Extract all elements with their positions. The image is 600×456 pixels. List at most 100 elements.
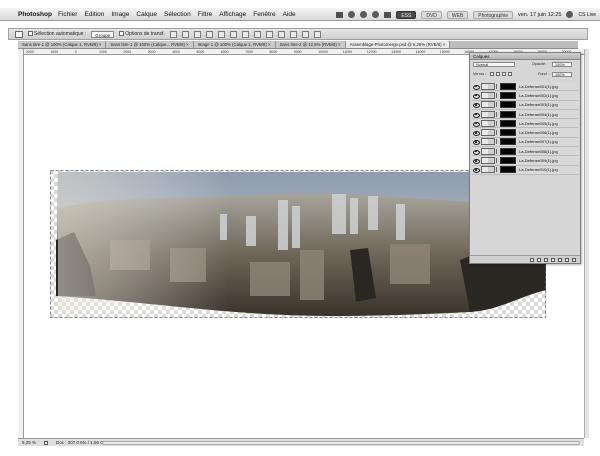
menu-filtre[interactable]: Filtre (198, 11, 212, 18)
status-info-icon[interactable] (44, 440, 49, 445)
layer-mask-thumbnail[interactable] (500, 119, 516, 127)
layer-mask-thumbnail[interactable] (500, 147, 516, 155)
visibility-eye-icon[interactable] (473, 167, 480, 174)
auto-select-checkbox[interactable] (28, 31, 33, 37)
chain-link-icon[interactable] (496, 102, 499, 108)
layer-mask-thumbnail[interactable] (500, 110, 516, 118)
chain-link-icon[interactable] (496, 158, 499, 164)
document-tab[interactable]: Sans titre-1 @ 100% (Calque... RVB/8) × (106, 41, 194, 48)
new-layer-icon[interactable] (565, 257, 569, 262)
distribute-top-icon[interactable] (241, 30, 249, 38)
spotlight-icon[interactable] (566, 11, 574, 18)
menu-fichier[interactable]: Fichier (58, 11, 78, 18)
document-tab[interactable]: Image 1 @ 100% (Calque 1, RVB/8) × (193, 41, 276, 48)
menu-aide[interactable]: Aide (283, 11, 296, 18)
align-hcenter-icon[interactable] (217, 30, 225, 38)
visibility-eye-icon[interactable] (473, 111, 480, 118)
align-right-icon[interactable] (229, 30, 237, 38)
layer-row[interactable]: La-Defense001(1).jpg (472, 82, 578, 92)
layer-mask-thumbnail[interactable] (500, 91, 516, 99)
vertical-scrollbar[interactable] (584, 49, 589, 438)
visibility-eye-icon[interactable] (473, 102, 480, 109)
cs-live-button[interactable]: CS Live (578, 12, 596, 18)
trash-icon[interactable] (572, 257, 576, 262)
document-info[interactable]: Doc : 307,0 Mo / 1,56 Go (56, 440, 106, 445)
lock-image-icon[interactable] (496, 72, 500, 76)
new-group-icon[interactable] (558, 257, 562, 262)
visibility-eye-icon[interactable] (473, 83, 480, 90)
layer-row[interactable]: La-Defense009(1).jpg (472, 156, 578, 166)
chain-link-icon[interactable] (496, 148, 499, 154)
document-tab[interactable]: Sans titre-2 @ 12,5% (RVB/8) × (275, 41, 346, 48)
lock-position-icon[interactable] (502, 72, 506, 76)
time-machine-icon[interactable] (348, 11, 356, 18)
adjustment-layer-icon[interactable] (551, 257, 555, 262)
lock-all-icon[interactable] (508, 72, 512, 76)
add-mask-icon[interactable] (544, 257, 548, 262)
layer-mask-thumbnail[interactable] (500, 138, 516, 146)
distribute-bottom-icon[interactable] (265, 30, 273, 38)
bluetooth-icon[interactable] (360, 11, 368, 18)
align-top-icon[interactable] (169, 30, 177, 38)
distribute-vcenter-icon[interactable] (253, 30, 261, 38)
document-tab[interactable]: Sans titre-1 @ 100% (Calque 1, RVB/8) × (18, 41, 107, 48)
chain-link-icon[interactable] (496, 139, 499, 145)
layer-row[interactable]: La-Defense006(1).jpg (472, 128, 578, 138)
horizontal-scrollbar[interactable] (102, 441, 580, 445)
visibility-eye-icon[interactable] (473, 158, 480, 165)
menu-edition[interactable]: Edition (84, 11, 104, 18)
volume-icon[interactable] (384, 11, 392, 18)
visibility-eye-icon[interactable] (473, 92, 480, 99)
blend-mode-select[interactable]: Normal (473, 62, 515, 67)
menu-fenetre[interactable]: Fenêtre (253, 11, 275, 18)
menu-affichage[interactable]: Affichage (219, 11, 246, 18)
layer-mask-thumbnail[interactable] (500, 157, 516, 165)
distribute-left-icon[interactable] (277, 30, 285, 38)
layer-row[interactable]: La-Defense005(1).jpg (472, 119, 578, 129)
workspace-button-dvd[interactable]: DVD (421, 10, 442, 19)
layer-row[interactable]: La-Defense004(1).jpg (472, 109, 578, 120)
chain-link-icon[interactable] (496, 167, 499, 173)
align-vcenter-icon[interactable] (181, 30, 189, 38)
document-tab-active[interactable]: Assemblage-Photomerge.psd @ 6,25% (RVB/8… (345, 41, 451, 48)
menu-calque[interactable]: Calque (136, 11, 157, 18)
layer-row[interactable]: La-Defense010(1).jpg (472, 165, 578, 175)
transform-controls-checkbox[interactable] (119, 31, 125, 37)
workspace-button-web[interactable]: WEB (446, 10, 469, 19)
fill-field[interactable]: 100% (552, 72, 572, 77)
auto-select-dropdown[interactable]: Groupe (91, 30, 115, 38)
chain-link-icon[interactable] (496, 83, 499, 89)
auto-select-checkbox-wrap[interactable]: Sélection automatique : (28, 31, 86, 37)
wifi-icon[interactable] (372, 11, 380, 18)
layer-mask-thumbnail[interactable] (500, 101, 516, 109)
menu-selection[interactable]: Sélection (164, 11, 191, 18)
layer-mask-thumbnail[interactable] (500, 82, 516, 90)
visibility-eye-icon[interactable] (473, 139, 480, 146)
lock-transparent-icon[interactable] (490, 72, 494, 76)
chain-link-icon[interactable] (496, 130, 499, 136)
visibility-eye-icon[interactable] (473, 120, 480, 127)
layer-row[interactable]: La-Defense003(1).jpg (472, 100, 578, 110)
dropbox-icon[interactable] (336, 11, 344, 18)
layer-row[interactable]: La-Defense008(1).jpg (472, 147, 578, 157)
chain-link-icon[interactable] (496, 92, 499, 98)
layer-row[interactable]: La-Defense007(1).jpg (472, 137, 578, 148)
link-layers-icon[interactable] (530, 257, 534, 262)
visibility-eye-icon[interactable] (473, 148, 480, 155)
workspace-button-photographie[interactable]: Photographie (473, 10, 514, 19)
align-left-icon[interactable] (205, 30, 213, 38)
layer-mask-thumbnail[interactable] (500, 166, 516, 174)
zoom-level[interactable]: 6,25 % (22, 440, 36, 445)
layer-style-icon[interactable] (537, 257, 541, 262)
visibility-eye-icon[interactable] (473, 130, 480, 137)
transform-controls-wrap[interactable]: Options de transf. (119, 31, 165, 37)
app-menu[interactable]: Photoshop (18, 11, 52, 18)
menubar-clock[interactable]: ven. 17 juin 12:25 (518, 12, 561, 18)
auto-align-icon[interactable] (313, 30, 321, 38)
workspace-button-ess[interactable]: ESS (396, 10, 417, 19)
layer-row[interactable]: La-Defense002(1).jpg (472, 91, 578, 101)
distribute-hcenter-icon[interactable] (289, 30, 297, 38)
align-bottom-icon[interactable] (193, 30, 201, 38)
menu-image[interactable]: Image (111, 11, 129, 18)
chain-link-icon[interactable] (496, 111, 499, 117)
